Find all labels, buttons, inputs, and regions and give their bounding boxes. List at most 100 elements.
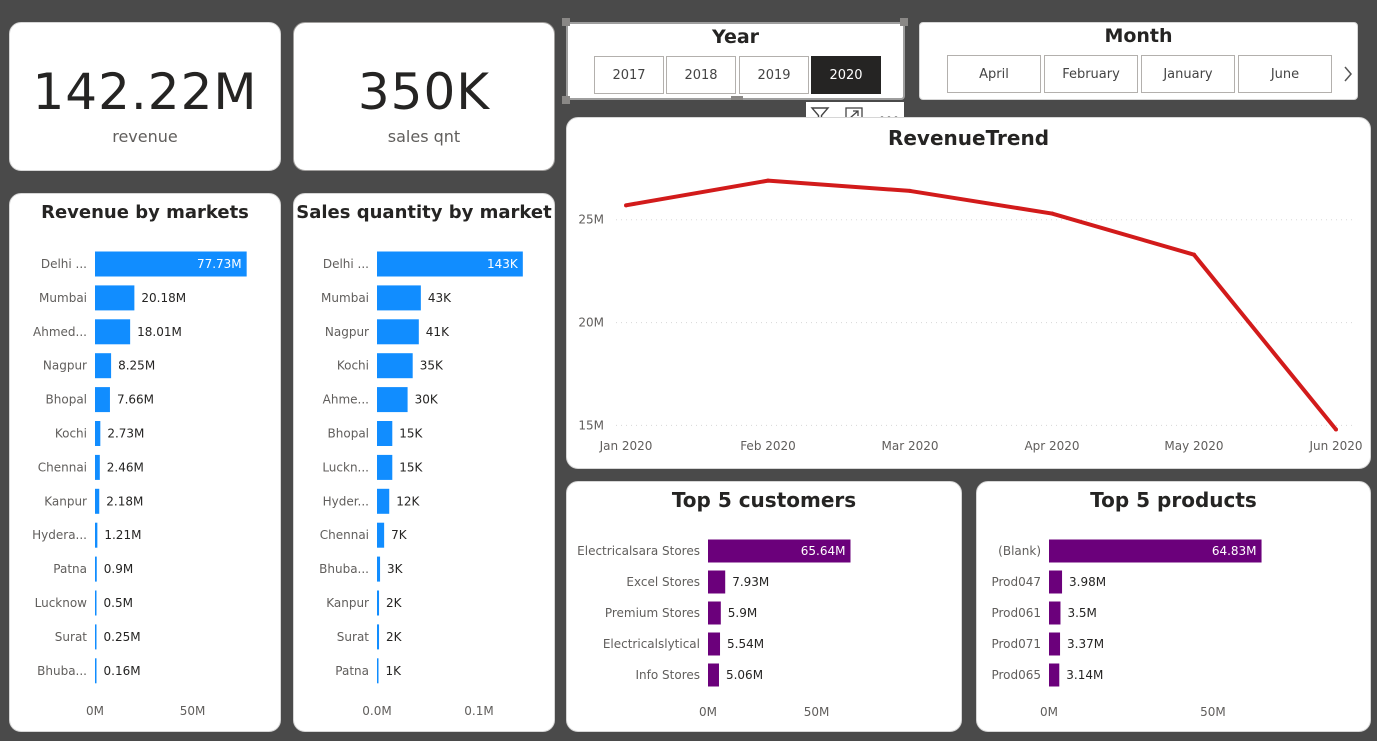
sales-qnt-kpi-value: 350K xyxy=(357,63,491,121)
data-point[interactable] xyxy=(766,178,770,183)
bar[interactable] xyxy=(95,624,97,650)
bar[interactable] xyxy=(377,624,380,650)
data-label: 12K xyxy=(396,494,420,508)
resize-handle[interactable] xyxy=(900,18,908,26)
month-option-june[interactable]: June xyxy=(1238,55,1332,93)
resize-handle[interactable] xyxy=(731,96,743,100)
bar[interactable] xyxy=(95,556,97,582)
data-label: 5.54M xyxy=(727,637,764,651)
bar[interactable] xyxy=(95,319,131,345)
top5-products-chart: (Blank) 64.83M Prod047 3.98M Prod061 3.5M Prod… xyxy=(991,539,1262,719)
bar[interactable] xyxy=(95,590,97,616)
bar[interactable] xyxy=(377,421,393,446)
data-label: 2K xyxy=(386,630,403,644)
bar[interactable] xyxy=(377,285,421,311)
revenue-by-markets-card[interactable]: Revenue by markets Delhi ... 77.73M Mumbai… xyxy=(9,193,281,732)
data-label: 3.98M xyxy=(1069,575,1106,589)
data-point[interactable] xyxy=(624,203,628,208)
bar[interactable] xyxy=(377,590,380,616)
bar[interactable] xyxy=(377,658,379,684)
category-label: Ahme... xyxy=(323,393,369,407)
data-label: 7K xyxy=(391,528,408,542)
data-label: 2.73M xyxy=(107,427,144,441)
data-label: 1.21M xyxy=(104,528,141,542)
data-label: 35K xyxy=(420,359,444,373)
top5-customers-card[interactable]: Top 5 customers Electricalsara Stores 65.… xyxy=(566,481,962,732)
bar[interactable] xyxy=(95,387,110,413)
data-label: 3K xyxy=(387,562,404,576)
category-label: Surat xyxy=(337,630,370,644)
month-option-january[interactable]: January xyxy=(1141,55,1235,93)
category-label: Delhi ... xyxy=(323,257,369,271)
revenue-kpi-card[interactable]: 142.22M revenue xyxy=(9,22,281,171)
month-slicer[interactable]: Month April February January June xyxy=(919,22,1358,100)
bar[interactable] xyxy=(1049,570,1063,594)
bar[interactable] xyxy=(95,421,101,446)
bar[interactable] xyxy=(95,285,135,311)
y-tick-label: 15M xyxy=(578,418,604,432)
category-label: Delhi ... xyxy=(41,257,87,271)
month-option-february[interactable]: February xyxy=(1044,55,1138,93)
revenue-kpi-value: 142.22M xyxy=(32,63,258,121)
sales-qnt-kpi-card[interactable]: 350K sales qnt xyxy=(293,22,555,171)
year-option-2018[interactable]: 2018 xyxy=(666,56,736,94)
month-option-april[interactable]: April xyxy=(947,55,1041,93)
bar[interactable] xyxy=(708,632,721,656)
data-point[interactable] xyxy=(1050,211,1054,216)
bar[interactable] xyxy=(95,454,100,480)
category-label: Mumbai xyxy=(321,291,369,305)
bar[interactable] xyxy=(708,601,721,625)
bar[interactable] xyxy=(377,454,393,480)
data-label: 5.9M xyxy=(728,606,757,620)
year-option-2020[interactable]: 2020 xyxy=(811,56,881,94)
data-label: 43K xyxy=(428,291,452,305)
resize-handle[interactable] xyxy=(562,18,570,26)
revenue-trend-card[interactable]: RevenueTrend 15M 20M 25M Jan 2020 Feb 2020 Ma… xyxy=(566,117,1371,469)
category-label: Prod071 xyxy=(991,637,1041,651)
data-point[interactable] xyxy=(1334,427,1338,432)
data-point[interactable] xyxy=(1192,252,1196,257)
x-tick-label: 50M xyxy=(1200,705,1226,719)
category-label: Prod061 xyxy=(991,606,1041,620)
bar[interactable] xyxy=(1049,632,1061,656)
year-slicer-title: Year xyxy=(711,26,760,48)
bar[interactable] xyxy=(95,488,100,514)
x-tick-label: Feb 2020 xyxy=(740,439,796,453)
top5-products-card[interactable]: Top 5 products (Blank) 64.83M Prod047 3.98M… xyxy=(976,481,1371,732)
data-label: 18.01M xyxy=(137,325,182,339)
bar[interactable] xyxy=(95,353,112,379)
revenue-by-markets-chart: Delhi ... 77.73M Mumbai 20.18M Ahmed... 18.01… xyxy=(32,251,247,718)
data-point[interactable] xyxy=(908,188,912,193)
category-label: Kochi xyxy=(55,427,87,441)
category-label: (Blank) xyxy=(998,544,1041,558)
bar[interactable] xyxy=(377,387,408,413)
bar[interactable] xyxy=(377,522,385,548)
category-label: Bhopal xyxy=(46,393,87,407)
bar[interactable] xyxy=(377,488,390,514)
bar[interactable] xyxy=(95,658,97,684)
year-slicer[interactable]: Year 2017 2018 2019 2020 xyxy=(566,22,905,100)
bar[interactable] xyxy=(1049,601,1061,625)
bar[interactable] xyxy=(708,570,726,594)
data-label: 2.46M xyxy=(107,460,144,474)
bar[interactable] xyxy=(377,353,413,379)
data-label: 64.83M xyxy=(1212,544,1257,558)
revenue-trend-line[interactable] xyxy=(625,178,1338,431)
x-tick-label: 50M xyxy=(804,705,830,719)
bar[interactable] xyxy=(708,663,719,687)
year-option-2017[interactable]: 2017 xyxy=(594,56,664,94)
category-label: Kanpur xyxy=(326,596,369,610)
y-tick-label: 25M xyxy=(578,213,604,227)
sales-qnt-kpi-label: sales qnt xyxy=(387,127,461,146)
chevron-right-icon[interactable] xyxy=(1342,65,1354,87)
bar[interactable] xyxy=(95,522,98,548)
bar[interactable] xyxy=(1049,663,1060,687)
data-label: 0.25M xyxy=(104,630,141,644)
year-option-2019[interactable]: 2019 xyxy=(739,56,809,94)
category-label: Chennai xyxy=(38,460,87,474)
resize-handle[interactable] xyxy=(562,96,570,104)
bar[interactable] xyxy=(377,319,419,345)
x-tick-label: 0.1M xyxy=(464,704,493,718)
bar[interactable] xyxy=(377,556,381,582)
sales-quantity-by-market-card[interactable]: Sales quantity by market Delhi ... 143K Mu… xyxy=(293,193,555,732)
